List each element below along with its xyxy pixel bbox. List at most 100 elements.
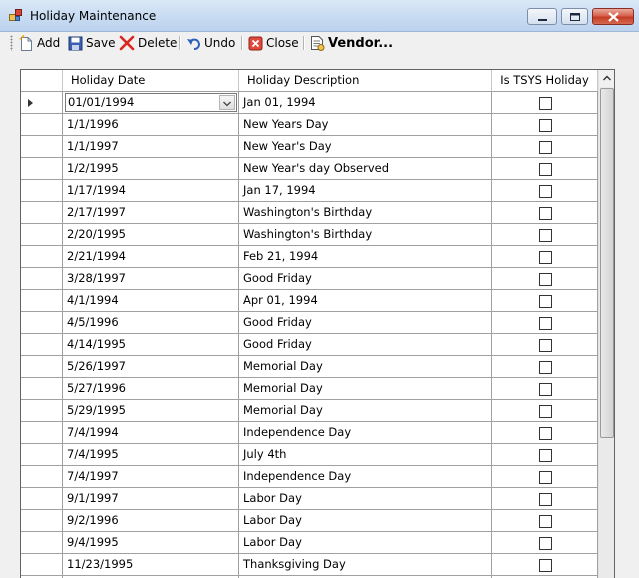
scroll-thumb[interactable] [600,88,614,438]
is-tsys-holiday-checkbox[interactable] [539,229,552,242]
column-header-is-tsys-holiday[interactable]: Is TSYS Holiday [492,70,598,91]
is-tsys-holiday-checkbox[interactable] [539,449,552,462]
row-header[interactable] [21,202,63,224]
row-header[interactable] [21,334,63,356]
minimize-button[interactable] [527,8,557,25]
holiday-date-cell[interactable]: 1/1/1996 [63,114,239,136]
holiday-description-cell[interactable]: New Years Day [239,114,492,136]
toolbar-grip[interactable] [10,35,13,51]
holiday-date-cell[interactable]: 2/20/1995 [63,224,239,246]
holiday-grid[interactable]: Holiday Date Holiday Description Is TSYS… [20,69,615,578]
table-row[interactable]: 2/20/1995 Washington's Birthday [21,224,598,246]
column-header-holiday-description[interactable]: Holiday Description [239,70,492,91]
holiday-date-cell[interactable]: 4/1/1994 [63,290,239,312]
table-row[interactable]: 11/23/1995 Thanksgiving Day [21,554,598,576]
holiday-date-cell[interactable]: 4/5/1996 [63,312,239,334]
holiday-description-cell[interactable]: Independence Day [239,466,492,488]
row-header[interactable] [21,312,63,334]
table-row[interactable]: 1/1/1996 New Years Day [21,114,598,136]
is-tsys-holiday-checkbox[interactable] [539,515,552,528]
holiday-date-cell[interactable]: 7/4/1997 [63,466,239,488]
is-tsys-holiday-cell[interactable] [492,136,598,158]
holiday-date-cell[interactable]: 5/27/1996 [63,378,239,400]
row-header[interactable] [21,488,63,510]
holiday-date-cell[interactable]: 1/2/1995 [63,158,239,180]
row-header[interactable] [21,268,63,290]
undo-button[interactable]: Undo [186,34,235,52]
holiday-description-cell[interactable]: Independence Day [239,422,492,444]
holiday-date-cell[interactable]: 7/4/1995 [63,444,239,466]
holiday-description-cell[interactable]: New Year's day Observed [239,158,492,180]
is-tsys-holiday-checkbox[interactable] [539,141,552,154]
date-picker-dropdown-button[interactable] [219,95,235,110]
vendor-button[interactable]: Vendor... [309,34,393,52]
table-row[interactable]: 4/14/1995 Good Friday [21,334,598,356]
holiday-date-cell[interactable]: 1/17/1994 [63,180,239,202]
table-row[interactable]: 5/27/1996 Memorial Day [21,378,598,400]
column-header-holiday-date[interactable]: Holiday Date [63,70,239,91]
row-header[interactable] [21,400,63,422]
row-header[interactable] [21,114,63,136]
is-tsys-holiday-cell[interactable] [492,290,598,312]
is-tsys-holiday-cell[interactable] [492,312,598,334]
table-row[interactable]: 5/26/1997 Memorial Day [21,356,598,378]
table-row[interactable]: 7/4/1994 Independence Day [21,422,598,444]
table-row[interactable]: 1/2/1995 New Year's day Observed [21,158,598,180]
row-header[interactable] [21,356,63,378]
is-tsys-holiday-checkbox[interactable] [539,471,552,484]
is-tsys-holiday-cell[interactable] [492,224,598,246]
holiday-description-cell[interactable]: Good Friday [239,334,492,356]
save-button[interactable]: Save [68,34,115,52]
close-button[interactable]: Close [248,34,299,52]
holiday-description-cell[interactable]: July 4th [239,444,492,466]
holiday-description-cell[interactable]: Jan 01, 1994 [239,92,492,114]
scroll-up-button[interactable] [599,70,614,87]
row-header[interactable] [21,378,63,400]
table-row[interactable]: 9/4/1995 Labor Day [21,532,598,554]
holiday-date-cell[interactable]: 5/29/1995 [63,400,239,422]
is-tsys-holiday-cell[interactable] [492,488,598,510]
table-row[interactable]: 2/21/1994 Feb 21, 1994 [21,246,598,268]
row-header[interactable] [21,422,63,444]
row-header[interactable] [21,158,63,180]
is-tsys-holiday-cell[interactable] [492,334,598,356]
is-tsys-holiday-cell[interactable] [492,466,598,488]
is-tsys-holiday-checkbox[interactable] [539,295,552,308]
row-header[interactable] [21,92,63,114]
is-tsys-holiday-cell[interactable] [492,114,598,136]
is-tsys-holiday-checkbox[interactable] [539,361,552,374]
holiday-description-cell[interactable]: Labor Day [239,510,492,532]
table-row[interactable]: 9/1/1997 Labor Day [21,488,598,510]
table-row[interactable]: 7/4/1997 Independence Day [21,466,598,488]
holiday-description-cell[interactable]: Memorial Day [239,378,492,400]
is-tsys-holiday-cell[interactable] [492,356,598,378]
holiday-description-cell[interactable]: Thanksgiving Day [239,554,492,576]
is-tsys-holiday-checkbox[interactable] [539,97,552,110]
table-row[interactable]: 1/1/1997 New Year's Day [21,136,598,158]
table-row[interactable]: 3/28/1997 Good Friday [21,268,598,290]
is-tsys-holiday-checkbox[interactable] [539,383,552,396]
holiday-date-cell[interactable]: 1/1/1997 [63,136,239,158]
holiday-date-cell[interactable]: 3/28/1997 [63,268,239,290]
is-tsys-holiday-cell[interactable] [492,378,598,400]
is-tsys-holiday-checkbox[interactable] [539,163,552,176]
vertical-scrollbar[interactable] [598,70,614,578]
row-header[interactable] [21,510,63,532]
is-tsys-holiday-cell[interactable] [492,444,598,466]
is-tsys-holiday-checkbox[interactable] [539,493,552,506]
maximize-button[interactable] [561,8,588,25]
table-row[interactable]: 4/1/1994 Apr 01, 1994 [21,290,598,312]
row-header[interactable] [21,554,63,576]
holiday-date-picker[interactable]: 01/01/1994 [65,93,237,112]
holiday-description-cell[interactable]: Good Friday [239,268,492,290]
holiday-date-cell[interactable]: 4/14/1995 [63,334,239,356]
is-tsys-holiday-checkbox[interactable] [539,559,552,572]
holiday-description-cell[interactable]: Apr 01, 1994 [239,290,492,312]
is-tsys-holiday-cell[interactable] [492,422,598,444]
holiday-description-cell[interactable]: Labor Day [239,532,492,554]
is-tsys-holiday-checkbox[interactable] [539,405,552,418]
holiday-date-cell[interactable]: 01/01/1994 [63,92,239,114]
is-tsys-holiday-checkbox[interactable] [539,339,552,352]
holiday-description-cell[interactable]: Washington's Birthday [239,202,492,224]
holiday-description-cell[interactable]: Memorial Day [239,356,492,378]
